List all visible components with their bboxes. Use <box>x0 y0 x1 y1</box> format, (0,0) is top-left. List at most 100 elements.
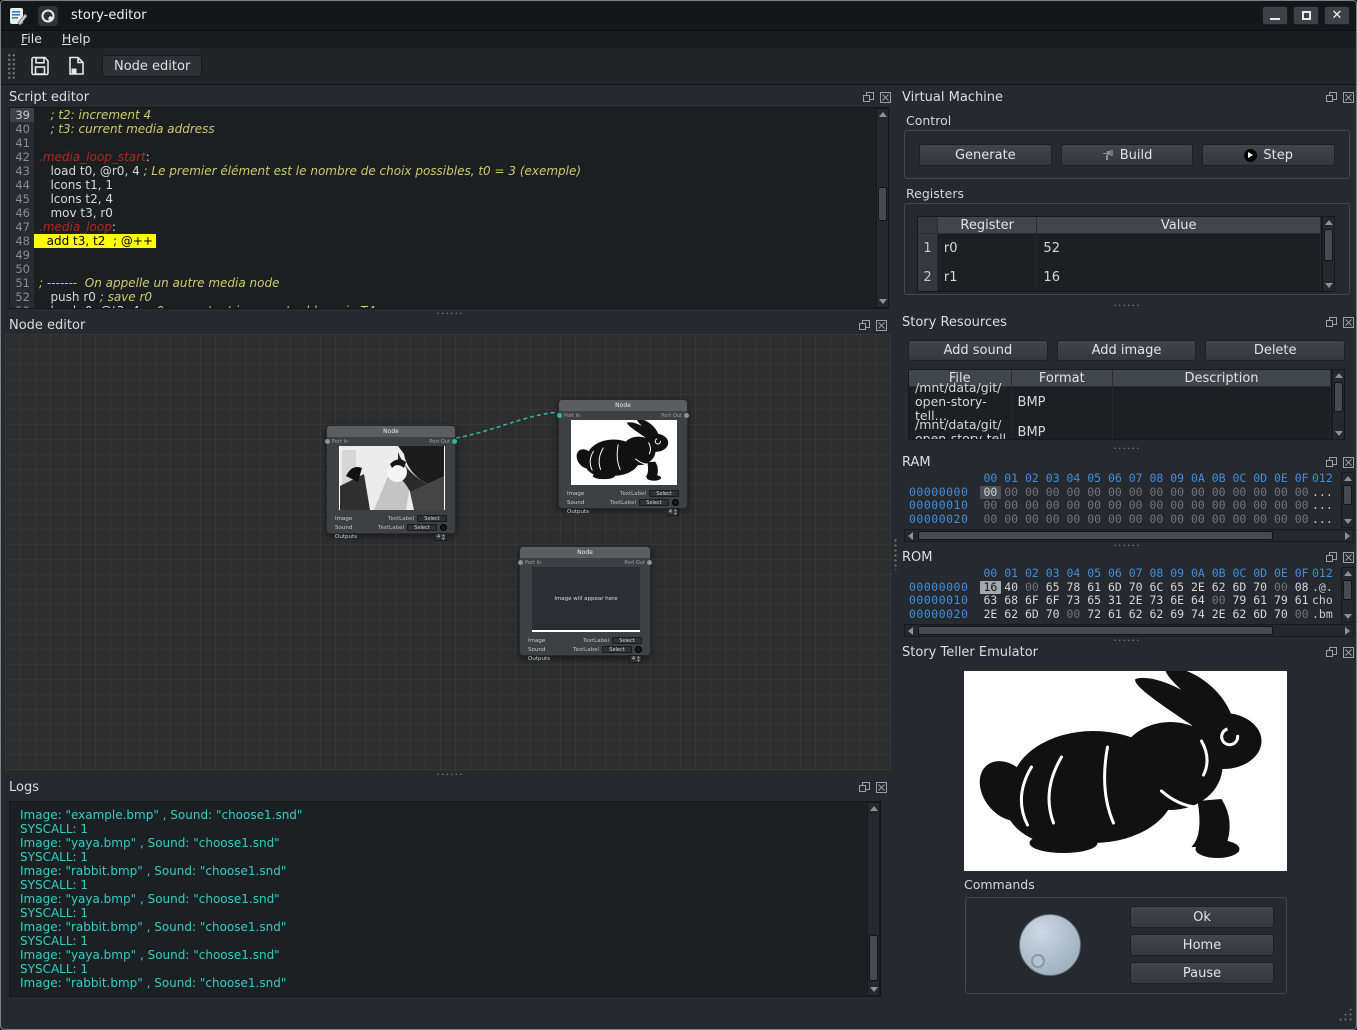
splitter-resources-ram[interactable]: ······ <box>1095 445 1159 453</box>
scroll-right-arrow[interactable] <box>1342 625 1353 636</box>
hex-cell[interactable]: 00 <box>1105 513 1126 527</box>
hex-cell[interactable]: 00 <box>980 499 1001 513</box>
hex-cell[interactable]: 6D <box>1105 581 1126 595</box>
select-sound-button[interactable]: Select <box>602 646 632 653</box>
hex-cell[interactable]: 00 <box>1250 486 1271 500</box>
hex-cell[interactable]: 00 <box>1271 499 1292 513</box>
close-panel-icon[interactable] <box>1343 92 1354 103</box>
generate-button[interactable]: Generate <box>919 144 1052 166</box>
hex-cell[interactable]: 00 <box>1042 486 1063 500</box>
select-image-button[interactable]: Select <box>417 515 447 522</box>
save-button[interactable] <box>24 52 56 80</box>
hex-cell[interactable]: 70 <box>1250 581 1271 595</box>
hex-cell[interactable]: 70 <box>1125 581 1146 595</box>
select-sound-button[interactable]: Select <box>639 499 669 506</box>
hex-cell[interactable]: 00 <box>1042 499 1063 513</box>
float-panel-icon[interactable] <box>1326 647 1337 658</box>
hex-cell[interactable]: 68 <box>1001 594 1022 608</box>
hex-cell[interactable]: 00 <box>1063 486 1084 500</box>
scroll-down-arrow[interactable] <box>1333 428 1344 439</box>
script-editor-scrollbar[interactable] <box>876 108 889 308</box>
hex-cell[interactable]: 00 <box>1291 486 1312 500</box>
hex-cell[interactable]: 61 <box>1084 581 1105 595</box>
hex-cell[interactable]: 31 <box>1105 594 1126 608</box>
splitter-node-logs[interactable]: ······ <box>418 771 482 779</box>
hex-cell[interactable]: 00 <box>1291 513 1312 527</box>
ram-vscrollbar[interactable] <box>1341 472 1354 528</box>
float-panel-icon[interactable] <box>1326 457 1337 468</box>
hex-cell[interactable]: 00 <box>1229 499 1250 513</box>
hex-cell[interactable]: 00 <box>1167 486 1188 500</box>
port-in-dot[interactable] <box>557 413 562 418</box>
scroll-thumb[interactable] <box>1343 485 1352 505</box>
hex-cell[interactable]: 61 <box>1291 594 1312 608</box>
hex-cell[interactable]: 00 <box>1271 486 1292 500</box>
register-column-header[interactable]: Register <box>938 217 1038 234</box>
close-panel-icon[interactable] <box>1343 457 1354 468</box>
scroll-thumb[interactable] <box>1324 229 1333 261</box>
hex-cell[interactable]: 00 <box>1022 513 1043 527</box>
export-button[interactable] <box>60 52 92 80</box>
hex-cell[interactable]: 00 <box>1084 486 1105 500</box>
script-editor[interactable]: 39 ; t2: increment 440 ; t3: current med… <box>9 107 889 309</box>
hex-cell[interactable]: 00 <box>1063 608 1084 622</box>
hex-cell[interactable]: 00 <box>1208 486 1229 500</box>
splitter-main-vertical[interactable] <box>893 538 899 570</box>
outputs-spinbox[interactable]: 4▲▼ <box>629 655 642 663</box>
hex-cell[interactable]: 00 <box>1188 486 1209 500</box>
menu-file[interactable]: File <box>11 31 52 48</box>
hex-cell[interactable]: 00 <box>1001 513 1022 527</box>
hex-cell[interactable]: 61 <box>1250 594 1271 608</box>
node-title[interactable]: Node <box>327 426 455 437</box>
hex-cell[interactable]: 00 <box>1084 513 1105 527</box>
hex-cell[interactable]: 00 <box>1188 499 1209 513</box>
resource-row[interactable]: /mnt/data/git/open-story-tell…BMP <box>909 387 1331 417</box>
description-column-header[interactable]: Description <box>1113 370 1331 387</box>
float-panel-icon[interactable] <box>1326 92 1337 103</box>
hex-cell[interactable]: 00 <box>1229 486 1250 500</box>
hex-cell[interactable]: 00 <box>1001 486 1022 500</box>
hex-cell[interactable]: 2E <box>980 608 1001 622</box>
hex-cell[interactable]: 74 <box>1188 608 1209 622</box>
hex-cell[interactable]: 00 <box>1084 499 1105 513</box>
hex-cell[interactable]: 65 <box>1042 581 1063 595</box>
add-image-button[interactable]: Add image <box>1057 340 1197 361</box>
hex-cell[interactable]: 73 <box>1063 594 1084 608</box>
hex-cell[interactable]: 6F <box>1022 594 1043 608</box>
add-sound-button[interactable]: Add sound <box>908 340 1048 361</box>
close-panel-icon[interactable] <box>1343 647 1354 658</box>
resources-table[interactable]: File Format Description /mnt/data/git/op… <box>908 369 1332 440</box>
scroll-thumb[interactable] <box>1343 580 1352 600</box>
register-row[interactable]: 2r116 <box>918 263 1321 292</box>
hex-cell[interactable]: 2E <box>1125 594 1146 608</box>
register-row[interactable]: 1r052 <box>918 234 1321 263</box>
media-node-rabbit[interactable]: Node Port In Port Out ImageTextLabelSele… <box>558 399 688 509</box>
hex-cell[interactable]: 00 <box>1167 513 1188 527</box>
hex-cell[interactable]: 79 <box>1229 594 1250 608</box>
outputs-spinbox[interactable]: 4▲▼ <box>434 533 447 541</box>
scroll-left-arrow[interactable] <box>905 625 916 636</box>
hex-cell[interactable]: 00 <box>980 513 1001 527</box>
toolbar-drag-handle[interactable] <box>7 53 16 79</box>
splitter-vm-resources[interactable]: ······ <box>1095 302 1159 310</box>
hex-cell[interactable]: 00 <box>1146 499 1167 513</box>
menu-help[interactable]: Help <box>52 31 101 48</box>
node-canvas[interactable]: Node Port In Port Out ImageTextLabelSele… <box>5 334 891 771</box>
scroll-thumb[interactable] <box>878 187 887 221</box>
node-editor-toggle[interactable]: Node editor <box>102 55 202 77</box>
select-image-button[interactable]: Select <box>649 490 679 497</box>
scroll-up-arrow[interactable] <box>1342 473 1353 484</box>
close-panel-icon[interactable] <box>1343 317 1354 328</box>
rom-vscrollbar[interactable] <box>1341 567 1354 623</box>
hex-cell[interactable]: 00 <box>1250 513 1271 527</box>
hex-cell[interactable]: 00 <box>1022 499 1043 513</box>
hex-cell[interactable]: 00 <box>1229 513 1250 527</box>
hex-cell[interactable]: 00 <box>1125 499 1146 513</box>
hex-cell[interactable]: 00 <box>1271 513 1292 527</box>
scroll-thumb[interactable] <box>918 626 1273 635</box>
hex-cell[interactable]: 00 <box>1250 499 1271 513</box>
hex-cell[interactable]: 65 <box>1167 581 1188 595</box>
rom-grid[interactable]: 000102030405060708090A0B0C0D0E0F01200000… <box>904 567 1341 623</box>
registers-scrollbar[interactable] <box>1322 216 1335 292</box>
play-sound-button[interactable] <box>672 499 679 506</box>
